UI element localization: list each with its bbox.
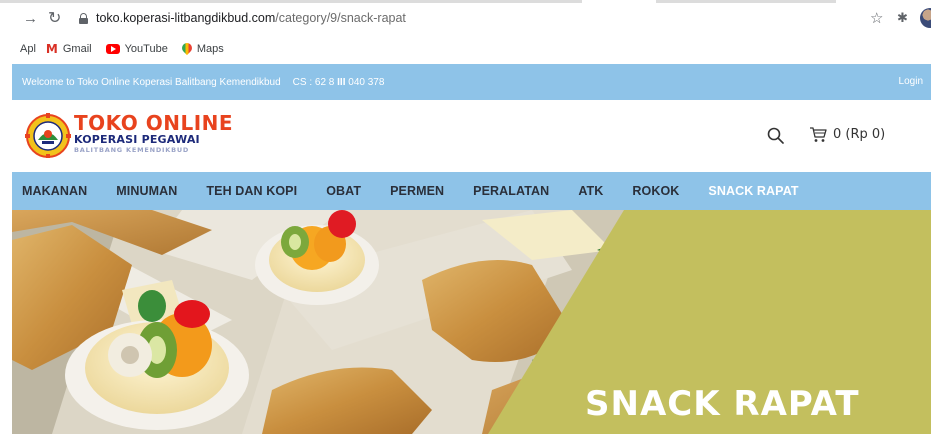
- welcome-text: Welcome to Toko Online Koperasi Balitban…: [22, 76, 281, 88]
- category-atk[interactable]: ATK: [578, 184, 603, 198]
- bookmark-label: Maps: [196, 43, 224, 55]
- bookmark-star-icon[interactable]: ☆: [870, 9, 883, 27]
- maps-icon: [182, 43, 192, 56]
- cart-icon: [810, 127, 827, 142]
- youtube-icon: [105, 44, 120, 54]
- bookmark-gmail[interactable]: M Gmail: [46, 42, 92, 56]
- bookmark-label: YouTube: [124, 43, 168, 55]
- category-banner: SNACK RAPAT: [12, 210, 931, 434]
- koperasi-logo-icon[interactable]: [24, 112, 72, 158]
- url-host: toko.koperasi-litbangdikbud.com: [96, 11, 276, 25]
- url-path: /category/9/snack-rapat: [275, 11, 406, 25]
- banner-title: SNACK RAPAT: [585, 384, 860, 424]
- site-logo-text[interactable]: TOKO ONLINE KOPERASI PEGAWAI BALITBANG K…: [74, 113, 233, 155]
- login-link[interactable]: Login: [899, 76, 923, 87]
- category-snack-rapat[interactable]: SNACK RAPAT: [708, 184, 798, 198]
- category-peralatan[interactable]: PERALATAN: [473, 184, 549, 198]
- gmail-icon: M: [45, 42, 58, 56]
- bookmark-youtube[interactable]: YouTube: [105, 43, 168, 55]
- browser-address-bar: → ↻ toko.koperasi-litbangdikbud.com/cate…: [0, 0, 931, 38]
- search-icon[interactable]: [767, 127, 784, 144]
- category-teh-dan-kopi[interactable]: TEH DAN KOPI: [206, 184, 297, 198]
- category-nav: MAKANAN MINUMAN TEH DAN KOPI OBAT PERMEN…: [12, 172, 931, 210]
- customer-service-phone: CS : 62 8 III 040 378: [292, 76, 385, 88]
- forward-icon[interactable]: →: [23, 11, 38, 27]
- bookmark-label: Gmail: [62, 43, 92, 55]
- profile-avatar[interactable]: [920, 8, 931, 28]
- bookmark-maps[interactable]: Maps: [182, 43, 224, 56]
- welcome-bar: Welcome to Toko Online Koperasi Balitban…: [12, 64, 931, 100]
- category-obat[interactable]: OBAT: [326, 184, 361, 198]
- lock-icon[interactable]: [79, 13, 88, 24]
- logo-tagline: BALITBANG KEMENDIKBUD: [74, 146, 190, 154]
- extensions-puzzle-icon[interactable]: ✱: [897, 10, 908, 26]
- cart-button[interactable]: 0 (Rp 0): [809, 126, 885, 143]
- tab-strip-edge: [0, 0, 931, 3]
- cart-summary: 0 (Rp 0): [833, 127, 886, 142]
- url-field[interactable]: toko.koperasi-litbangdikbud.com/category…: [96, 11, 406, 25]
- category-permen[interactable]: PERMEN: [390, 184, 444, 198]
- bookmark-label: Apl: [20, 43, 36, 55]
- category-minuman[interactable]: MINUMAN: [116, 184, 177, 198]
- reload-icon[interactable]: ↻: [48, 11, 61, 27]
- logo-title: TOKO ONLINE: [74, 111, 234, 135]
- category-rokok[interactable]: ROKOK: [632, 184, 679, 198]
- site-header: TOKO ONLINE KOPERASI PEGAWAI BALITBANG K…: [12, 100, 931, 172]
- category-makanan[interactable]: MAKANAN: [22, 184, 87, 198]
- bookmark-apps[interactable]: Apl: [20, 43, 36, 55]
- bookmarks-bar: Apl M Gmail YouTube Maps: [0, 38, 931, 60]
